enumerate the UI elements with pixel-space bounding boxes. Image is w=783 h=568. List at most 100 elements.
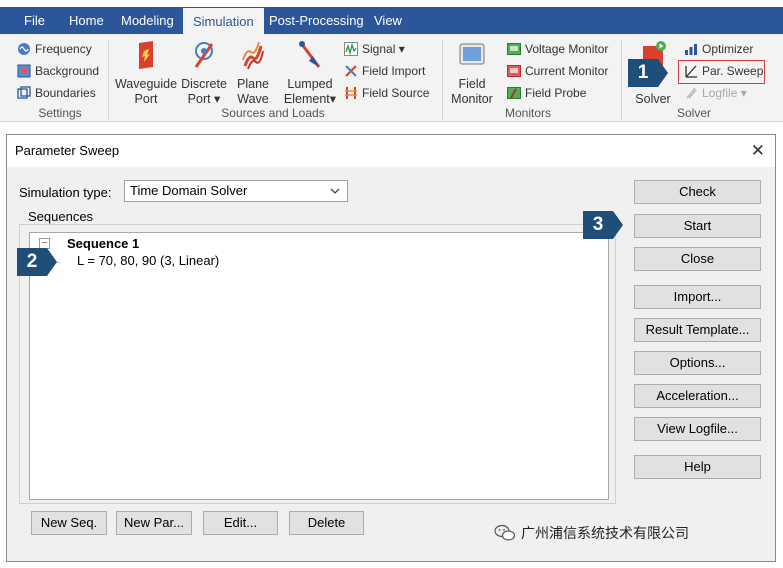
discrete-port-icon	[194, 42, 214, 68]
callout-2-number: 2	[26, 251, 38, 272]
boundaries-button[interactable]: Boundaries	[17, 84, 96, 102]
field-probe-icon	[507, 87, 521, 99]
optimizer-icon	[685, 44, 697, 55]
tab-modeling[interactable]: Modeling	[121, 7, 174, 34]
plane-wave-label-1: Plane	[237, 77, 269, 91]
field-probe-button[interactable]: Field Probe	[507, 84, 586, 102]
field-source-icon	[345, 87, 357, 99]
frequency-icon	[18, 43, 30, 55]
field-monitor-button[interactable]: Field Monitor	[448, 40, 496, 107]
close-icon[interactable]: ✕	[751, 141, 765, 161]
waveguide-port-icon	[139, 41, 153, 69]
callout-1: 1	[628, 59, 668, 87]
tab-home[interactable]: Home	[69, 7, 104, 34]
callout-1-number: 1	[637, 62, 649, 83]
solver-label: Solver	[635, 92, 671, 106]
current-monitor-button[interactable]: Current Monitor	[507, 62, 608, 80]
logfile-icon	[686, 87, 697, 99]
background-icon	[17, 64, 31, 78]
plane-wave-label-2: Wave	[237, 92, 269, 106]
boundaries-icon	[17, 86, 31, 99]
discrete-port-label-2: Port ▾	[187, 92, 221, 106]
field-import-icon	[345, 65, 357, 77]
delete-button[interactable]: Delete	[289, 511, 364, 535]
settings-group-label: Settings	[38, 106, 82, 120]
signal-icon	[344, 42, 358, 56]
group-divider	[621, 40, 622, 120]
logfile-button[interactable]: Logfile ▾	[684, 84, 747, 102]
tree-parameter-item[interactable]: L = 70, 80, 90 (3, Linear)	[77, 253, 219, 268]
sequence-tree[interactable]: − Sequence 1 L = 70, 80, 90 (3, Linear)	[29, 232, 609, 500]
callout-2: 2	[17, 248, 57, 276]
watermark: 广州浦信系统技术有限公司	[494, 523, 689, 543]
tree-sequence-item[interactable]: Sequence 1	[67, 236, 139, 251]
signal-button[interactable]: Signal ▾	[344, 40, 405, 58]
simulation-type-select[interactable]: Time Domain Solver	[124, 180, 348, 202]
waveguide-port-button[interactable]: Waveguide Port	[114, 40, 178, 107]
acceleration-button[interactable]: Acceleration...	[634, 384, 761, 408]
parameter-sweep-dialog: Parameter Sweep ✕ Simulation type: Time …	[6, 134, 776, 562]
import-button[interactable]: Import...	[634, 285, 761, 309]
field-monitor-label-1: Field	[458, 77, 486, 91]
field-import-button[interactable]: Field Import	[344, 62, 425, 80]
options-button[interactable]: Options...	[634, 351, 761, 375]
group-divider	[442, 40, 443, 120]
lumped-element-label-1: Lumped	[287, 77, 333, 91]
simulation-type-label: Simulation type:	[19, 185, 112, 200]
par-sweep-highlight	[678, 60, 765, 84]
frequency-button[interactable]: Frequency	[17, 40, 92, 58]
tab-file[interactable]: File	[24, 7, 45, 34]
dialog-title-bar: Parameter Sweep ✕	[7, 135, 775, 167]
new-seq-button[interactable]: New Seq.	[31, 511, 107, 535]
current-monitor-label: Current Monitor	[525, 64, 609, 78]
frequency-label: Frequency	[35, 42, 92, 56]
field-probe-label: Field Probe	[525, 86, 587, 100]
voltage-monitor-label: Voltage Monitor	[525, 42, 609, 56]
ribbon-tab-bar: File Home Modeling Simulation Post-Proce…	[0, 7, 783, 34]
current-monitor-icon	[507, 65, 521, 77]
close-button[interactable]: Close	[634, 247, 761, 271]
check-button[interactable]: Check	[634, 180, 761, 204]
optimizer-label: Optimizer	[702, 42, 754, 56]
new-par-button[interactable]: New Par...	[116, 511, 192, 535]
discrete-port-label-1: Discrete	[181, 77, 227, 91]
help-button[interactable]: Help	[634, 455, 761, 479]
callout-3: 3	[583, 211, 623, 239]
field-monitor-label-2: Monitor	[451, 92, 493, 106]
sources-group-label: Sources and Loads	[221, 106, 325, 120]
chevron-down-icon	[330, 188, 340, 194]
edit-button[interactable]: Edit...	[203, 511, 278, 535]
waveguide-port-label-2: Port	[134, 92, 158, 106]
boundaries-label: Boundaries	[35, 86, 96, 100]
field-monitor-icon	[459, 43, 485, 65]
plane-wave-button[interactable]: Plane Wave	[232, 40, 274, 107]
lumped-element-label-2: Element▾	[283, 92, 337, 106]
tab-post-processing[interactable]: Post-Processing	[269, 7, 364, 34]
lumped-element-icon	[299, 41, 321, 68]
tab-simulation[interactable]: Simulation	[183, 7, 264, 34]
screenshot-root: File Home Modeling Simulation Post-Proce…	[0, 0, 783, 568]
view-logfile-button[interactable]: View Logfile...	[634, 417, 761, 441]
background-button[interactable]: Background	[17, 62, 99, 80]
voltage-monitor-icon	[507, 43, 521, 55]
lumped-element-button[interactable]: Lumped Element▾	[280, 40, 340, 107]
group-divider	[108, 40, 109, 120]
watermark-text: 广州浦信系统技术有限公司	[521, 525, 689, 541]
optimizer-button[interactable]: Optimizer	[684, 40, 753, 58]
callout-3-number: 3	[592, 214, 604, 235]
signal-label: Signal ▾	[362, 42, 405, 56]
dialog-title: Parameter Sweep	[15, 143, 120, 158]
field-import-label: Field Import	[362, 64, 426, 78]
field-source-button[interactable]: Field Source	[344, 84, 429, 102]
plane-wave-icon	[242, 41, 264, 70]
monitors-group-label: Monitors	[504, 106, 551, 120]
discrete-port-button[interactable]: Discrete Port ▾	[179, 40, 229, 107]
start-button[interactable]: Start	[634, 214, 761, 238]
wechat-icon	[494, 524, 516, 541]
tab-view[interactable]: View	[374, 7, 402, 34]
logfile-label: Logfile ▾	[702, 86, 747, 100]
result-template-button[interactable]: Result Template...	[634, 318, 761, 342]
background-label: Background	[35, 64, 100, 78]
voltage-monitor-button[interactable]: Voltage Monitor	[507, 40, 608, 58]
field-source-label: Field Source	[362, 86, 430, 100]
